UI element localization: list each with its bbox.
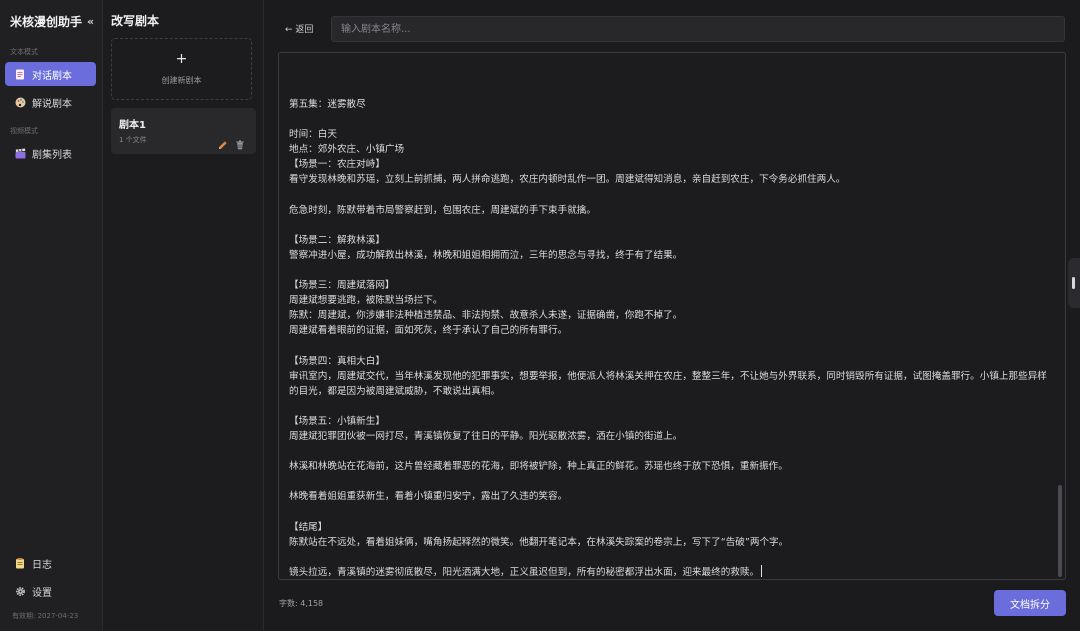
create-script-button[interactable]: + 创建新剧本 bbox=[111, 38, 252, 100]
sidebar-item-label: 解说剧本 bbox=[32, 98, 72, 110]
sidebar-item-label: 日志 bbox=[32, 559, 52, 571]
expiry-date: 有效期: 2027-04-23 bbox=[12, 612, 79, 620]
editor-content[interactable]: 第五集：迷雾散尽 时间：白天 地点：郊外农庄、小镇广场 【场景一：农庄对峙】 看… bbox=[289, 97, 1049, 579]
script-editor[interactable]: 第五集：迷雾散尽 时间：白天 地点：郊外农庄、小镇广场 【场景一：农庄对峙】 看… bbox=[278, 52, 1066, 580]
sidebar-item-log[interactable]: 日志 bbox=[5, 551, 96, 575]
script-file-count: 1 个文件 bbox=[119, 136, 147, 144]
side-panel-handle[interactable] bbox=[1068, 258, 1080, 308]
section-label-text-mode: 文本模式 bbox=[10, 48, 38, 56]
sidebar-item-label: 剧集列表 bbox=[32, 149, 72, 161]
editor-scrollbar[interactable] bbox=[1058, 485, 1062, 577]
sidebar-item-narration-script[interactable]: 解说剧本 bbox=[5, 90, 96, 114]
script-name-input[interactable] bbox=[331, 16, 1065, 42]
gear-icon bbox=[14, 585, 26, 597]
doc-icon bbox=[14, 68, 26, 80]
sidebar-item-settings[interactable]: 设置 bbox=[5, 579, 96, 603]
plus-icon: + bbox=[175, 51, 188, 67]
handle-grip-icon bbox=[1072, 277, 1075, 289]
word-count: 字数: 4,158 bbox=[279, 599, 324, 608]
panel-title: 改写剧本 bbox=[111, 14, 160, 28]
sidebar: 米核漫创助手 « 文本模式 对话剧本 解说剧本 视频模式 剧集列表 日志 设置 … bbox=[0, 0, 103, 631]
script-card[interactable]: 剧本1 1 个文件 bbox=[111, 108, 256, 154]
editor-text: 第五集：迷雾散尽 时间：白天 地点：郊外农庄、小镇广场 【场景一：农庄对峙】 看… bbox=[289, 99, 1047, 578]
create-script-label: 创建新剧本 bbox=[161, 76, 202, 85]
script-list-panel: 改写剧本 + 创建新剧本 剧本1 1 个文件 bbox=[103, 0, 264, 631]
back-button[interactable]: ← 返回 bbox=[285, 22, 313, 35]
sidebar-item-label: 对话剧本 bbox=[32, 70, 72, 82]
split-document-button[interactable]: 文档拆分 bbox=[994, 590, 1066, 616]
brand: 米核漫创助手 « bbox=[10, 13, 100, 30]
sidebar-item-dialogue-script[interactable]: 对话剧本 bbox=[5, 62, 96, 86]
collapse-sidebar-icon[interactable]: « bbox=[87, 15, 94, 28]
notepad-icon bbox=[14, 557, 26, 569]
app-title: 米核漫创助手 bbox=[10, 15, 83, 29]
trash-icon[interactable] bbox=[235, 135, 245, 150]
sidebar-item-label: 设置 bbox=[32, 587, 52, 599]
pencil-icon[interactable] bbox=[218, 135, 228, 149]
palette-icon bbox=[14, 96, 26, 108]
script-name: 剧本1 bbox=[119, 120, 146, 131]
section-label-video-mode: 视频模式 bbox=[10, 127, 38, 135]
text-caret bbox=[761, 564, 763, 577]
clapper-icon bbox=[14, 147, 26, 159]
sidebar-item-episode-list[interactable]: 剧集列表 bbox=[5, 141, 96, 165]
